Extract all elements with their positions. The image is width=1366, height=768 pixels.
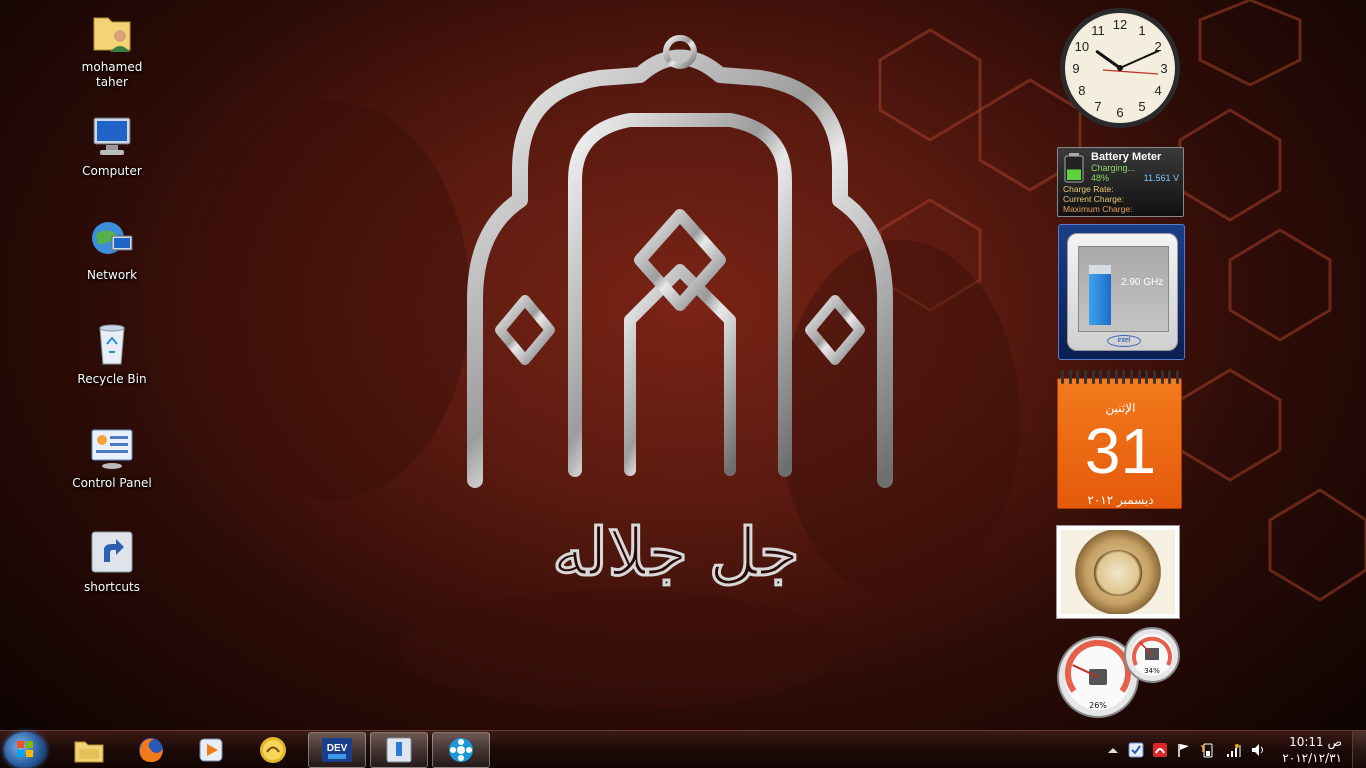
battery-status: Charging... bbox=[1091, 163, 1136, 173]
desktop-icon-network[interactable]: Network bbox=[72, 216, 152, 283]
volume-icon[interactable] bbox=[1250, 742, 1266, 758]
calligraphy-picture bbox=[1061, 530, 1175, 614]
taskbar: DEV 10:11 ص ٢٠١٢/١٢/٣١ bbox=[0, 730, 1366, 768]
app-logo-icon bbox=[260, 737, 286, 763]
taskbar-clock[interactable]: 10:11 ص ٢٠١٢/١٢/٣١ bbox=[1278, 734, 1342, 766]
shortcut-icon bbox=[88, 528, 136, 576]
taskbar-clock-date: ٢٠١٢/١٢/٣١ bbox=[1282, 751, 1342, 765]
calendar-rings bbox=[1061, 370, 1179, 384]
cpu-bar-fill bbox=[1089, 274, 1111, 325]
clock-numeral: 8 bbox=[1078, 83, 1085, 98]
media-player-icon bbox=[199, 738, 223, 762]
taskbar-explorer-button[interactable] bbox=[60, 732, 118, 768]
taskbar-app-button[interactable] bbox=[244, 732, 302, 768]
clock-gadget[interactable]: 12 1 2 3 4 5 6 7 8 9 10 11 bbox=[1058, 6, 1182, 130]
desktop-icon-user-folder[interactable]: mohamed taher bbox=[72, 8, 152, 90]
desktop-icon-label: Network bbox=[86, 268, 138, 282]
windows-logo-icon bbox=[17, 741, 33, 757]
action-center-flag-icon[interactable] bbox=[1176, 742, 1192, 758]
desktop-icon-label: Computer bbox=[82, 164, 142, 178]
folder-icon bbox=[74, 741, 104, 763]
show-hidden-icons-icon[interactable] bbox=[1105, 742, 1121, 758]
charge-rate-label: Charge Rate: bbox=[1063, 184, 1114, 194]
wallpaper-calligraphy-text: جل جلاله bbox=[552, 514, 799, 591]
clock-numeral: 1 bbox=[1138, 23, 1145, 38]
battery-voltage: 11.561 V bbox=[1143, 173, 1179, 183]
battery-meter-gadget[interactable]: Battery Meter Charging... 48% 11.561 V C… bbox=[1057, 147, 1184, 217]
current-charge-label: Current Charge: bbox=[1063, 194, 1124, 204]
desktop-icon-label: Control Panel bbox=[72, 476, 152, 490]
cpu-frequency: 2.90 GHz bbox=[1121, 277, 1164, 288]
taskbar-firefox-button[interactable] bbox=[122, 732, 180, 768]
svg-text:DEV: DEV bbox=[327, 743, 348, 754]
tray-app-icon[interactable] bbox=[1128, 742, 1144, 758]
devexpress-icon: DEV bbox=[322, 738, 352, 762]
cpu-usage-value: 26% bbox=[1089, 701, 1107, 710]
taskbar-devexpress-button[interactable]: DEV bbox=[308, 732, 366, 768]
calendar-month-year: ديسمبر ٢٠١٢ bbox=[1087, 493, 1154, 507]
clock-numeral: 5 bbox=[1138, 99, 1145, 114]
power-battery-icon[interactable] bbox=[1200, 742, 1216, 758]
desktop-icon-label: Recycle Bin bbox=[77, 372, 147, 386]
security-tray-icon[interactable] bbox=[1152, 742, 1168, 758]
taskbar-media-player-button[interactable] bbox=[182, 732, 240, 768]
desktop-icon-label: shortcuts bbox=[84, 580, 140, 594]
network-signal-icon[interactable] bbox=[1226, 742, 1242, 758]
firefox-icon bbox=[139, 738, 163, 763]
network-icon bbox=[88, 216, 136, 264]
clock-numeral: 7 bbox=[1094, 99, 1101, 114]
cpu-meter-gadget[interactable]: 26% 34% bbox=[1056, 625, 1186, 720]
battery-percent: 48% bbox=[1091, 173, 1110, 183]
cpu-frequency-gadget[interactable]: 2.90 GHz intel bbox=[1058, 224, 1185, 360]
calendar-gadget[interactable]: الإثنين 31 ديسمبر ٢٠١٢ bbox=[1057, 370, 1182, 509]
clock-numeral: 10 bbox=[1075, 39, 1089, 54]
calendar-day-name: الإثنين bbox=[1105, 401, 1136, 415]
picture-frame-gadget[interactable] bbox=[1056, 525, 1180, 619]
cpu-display: 2.90 GHz bbox=[1078, 246, 1169, 332]
clock-numeral: 12 bbox=[1113, 17, 1127, 32]
show-desktop-button[interactable] bbox=[1352, 731, 1366, 768]
clock-numeral: 3 bbox=[1160, 61, 1167, 76]
application-window-icon bbox=[386, 737, 412, 763]
recycle-bin-icon bbox=[88, 320, 136, 368]
clock-numeral: 6 bbox=[1116, 105, 1123, 120]
battery-title: Battery Meter bbox=[1091, 151, 1162, 163]
maximum-charge-label: Maximum Charge: bbox=[1063, 204, 1133, 214]
media-center-icon bbox=[449, 738, 473, 762]
taskbar-window-button[interactable] bbox=[370, 732, 428, 768]
clock-numeral: 4 bbox=[1154, 83, 1161, 98]
desktop-icon-label: mohamed taher bbox=[81, 60, 143, 89]
computer-icon bbox=[88, 112, 136, 160]
control-panel-icon bbox=[88, 424, 136, 472]
user-folder-icon bbox=[88, 8, 136, 56]
desktop-icon-recycle-bin[interactable]: Recycle Bin bbox=[72, 320, 152, 387]
desktop-icon-computer[interactable]: Computer bbox=[72, 112, 152, 179]
intel-logo: intel bbox=[1107, 335, 1141, 347]
clock-numeral: 11 bbox=[1091, 23, 1105, 38]
desktop-icon-shortcuts[interactable]: shortcuts bbox=[72, 528, 152, 595]
memory-usage-value: 34% bbox=[1144, 667, 1160, 675]
start-button[interactable] bbox=[4, 732, 46, 768]
desktop-icon-control-panel[interactable]: Control Panel bbox=[72, 424, 152, 491]
taskbar-clock-time: 10:11 ص bbox=[1289, 735, 1342, 749]
clock-numeral: 9 bbox=[1072, 61, 1079, 76]
taskbar-media-center-button[interactable] bbox=[432, 732, 490, 768]
battery-icon bbox=[1063, 153, 1085, 183]
calendar-day-number: 31 bbox=[1084, 415, 1157, 487]
